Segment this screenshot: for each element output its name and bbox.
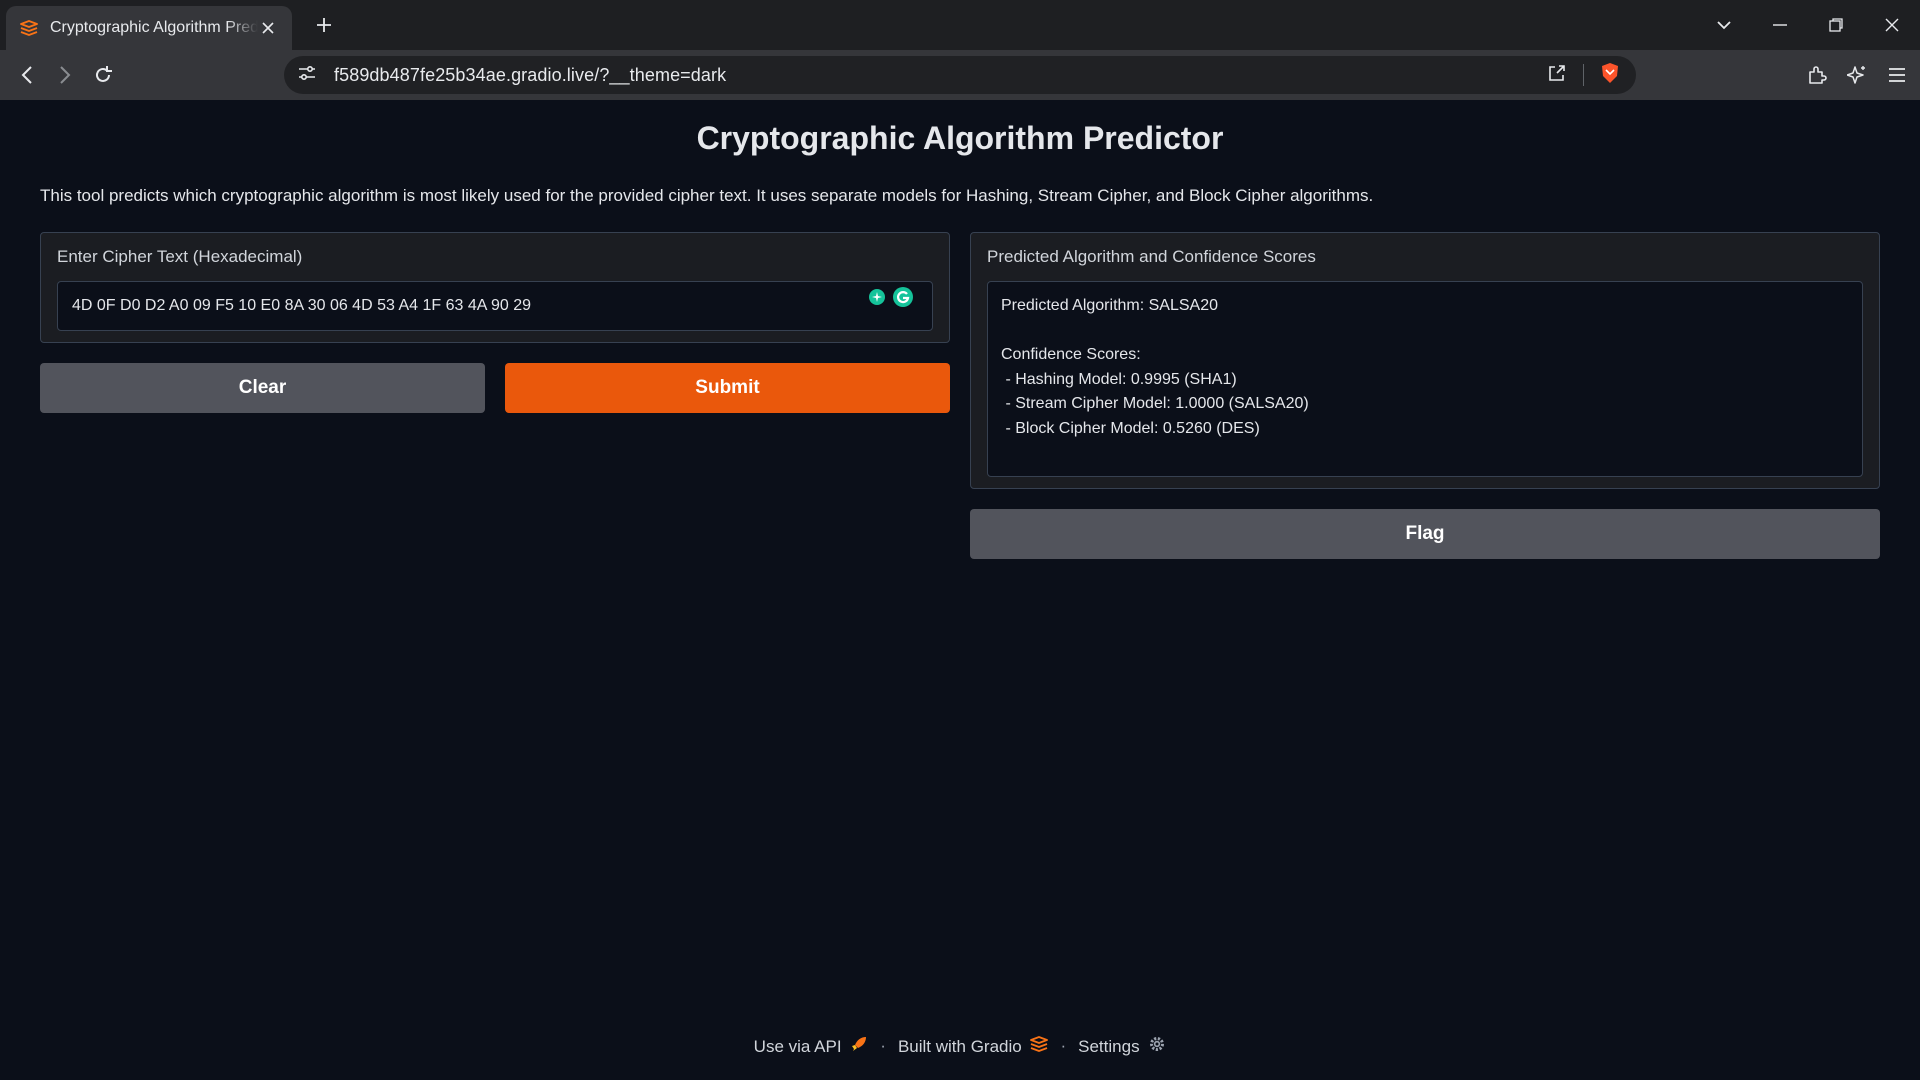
rocket-icon	[850, 1035, 868, 1053]
output-label: Predicted Algorithm and Confidence Score…	[987, 247, 1316, 266]
tab-strip: Cryptographic Algorithm Predictor	[0, 0, 1920, 50]
input-panel: Enter Cipher Text (Hexadecimal)	[40, 232, 950, 343]
page-title: Cryptographic Algorithm Predictor	[696, 120, 1224, 156]
prediction-output[interactable]: Predicted Algorithm: SALSA20 Confidence …	[987, 281, 1863, 477]
page-description: This tool predicts which cryptographic a…	[40, 186, 1374, 205]
input-label: Enter Cipher Text (Hexadecimal)	[57, 247, 303, 266]
grammarly-icon[interactable]	[892, 286, 914, 313]
settings-label: Settings	[1078, 1037, 1140, 1056]
browser-tab[interactable]: Cryptographic Algorithm Predictor	[6, 6, 292, 50]
back-icon[interactable]	[14, 62, 40, 88]
tab-title: Cryptographic Algorithm Predictor	[50, 19, 259, 36]
close-icon[interactable]	[258, 18, 278, 38]
flag-button[interactable]: Flag	[970, 509, 1880, 559]
site-settings-icon[interactable]	[298, 65, 316, 86]
output-panel: Predicted Algorithm and Confidence Score…	[970, 232, 1880, 489]
grammarly-widget	[868, 286, 914, 313]
gradio-logo-icon	[20, 19, 38, 37]
share-icon[interactable]	[1547, 63, 1567, 88]
extensions-icon[interactable]	[1804, 62, 1830, 88]
use-via-api-link[interactable]: Use via API	[754, 1035, 869, 1057]
use-via-api-label: Use via API	[753, 1037, 842, 1056]
footer: Use via API · Built with Gradio · Settin…	[0, 1035, 1920, 1057]
built-with-gradio-label: Built with Gradio	[897, 1037, 1022, 1056]
menu-icon[interactable]	[1884, 62, 1910, 88]
close-window-icon[interactable]	[1864, 0, 1920, 50]
address-bar[interactable]: f589db487fe25b34ae.gradio.live/?__theme=…	[284, 56, 1636, 94]
leo-ai-icon[interactable]	[1844, 62, 1870, 88]
built-with-gradio-link[interactable]: Built with Gradio	[898, 1035, 1049, 1057]
browser-toolbar: f589db487fe25b34ae.gradio.live/?__theme=…	[0, 50, 1920, 100]
settings-link[interactable]: Settings	[1078, 1035, 1166, 1057]
divider	[1583, 64, 1584, 86]
reload-icon[interactable]	[90, 62, 116, 88]
cipher-text-input[interactable]	[72, 297, 918, 315]
submit-button[interactable]: Submit	[505, 363, 950, 413]
gear-icon	[1148, 1035, 1166, 1053]
url-text: f589db487fe25b34ae.gradio.live/?__theme=…	[334, 64, 727, 85]
sparkle-icon[interactable]	[868, 288, 886, 311]
gradio-logo-icon	[1030, 1035, 1049, 1053]
footer-separator: ·	[1060, 1036, 1067, 1055]
chevron-down-icon[interactable]	[1696, 0, 1752, 50]
window-controls	[1696, 0, 1920, 50]
brave-shield-icon[interactable]	[1600, 62, 1620, 89]
footer-separator: ·	[880, 1036, 886, 1055]
gradio-app: Cryptographic Algorithm Predictor This t…	[0, 100, 1920, 1080]
cipher-text-field[interactable]	[57, 281, 933, 331]
restore-icon[interactable]	[1808, 0, 1864, 50]
minimize-icon[interactable]	[1752, 0, 1808, 50]
plus-icon[interactable]	[312, 13, 336, 37]
forward-icon[interactable]	[52, 62, 78, 88]
clear-button[interactable]: Clear	[40, 363, 485, 413]
